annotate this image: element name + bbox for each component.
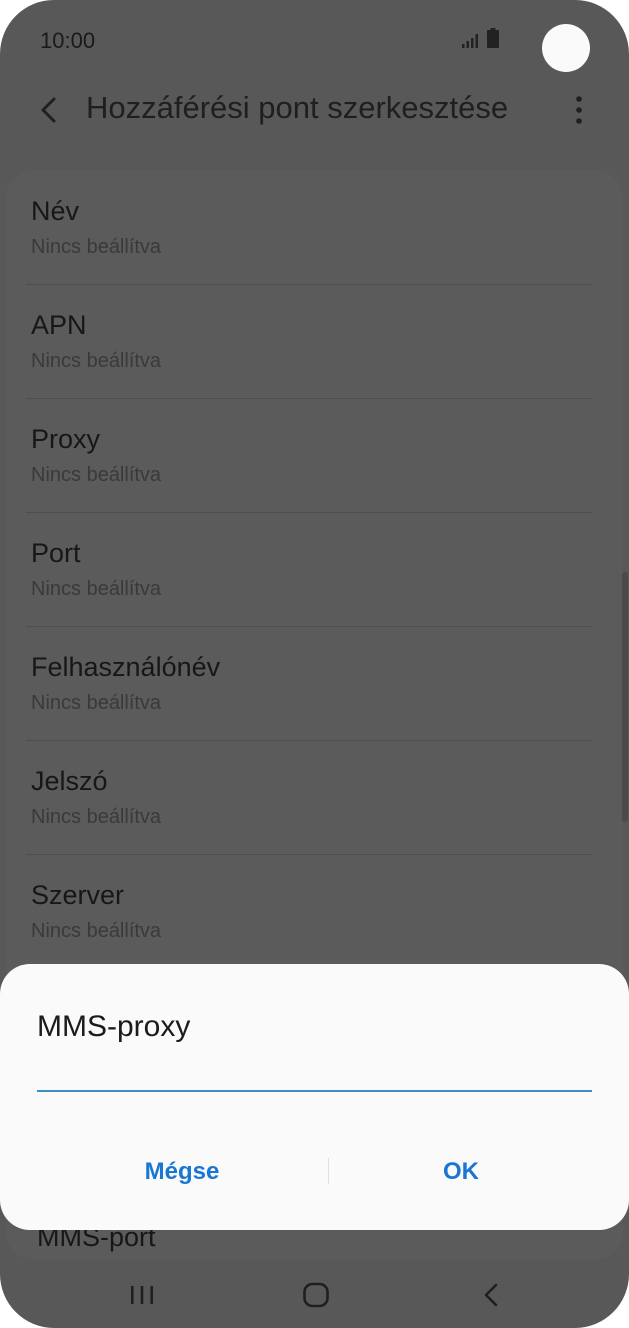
item-title: Szerver [31, 880, 125, 910]
item-title: Név [31, 196, 80, 226]
list-item-port[interactable]: Port Nincs beállítva [26, 512, 592, 626]
navigation-bar [0, 1262, 629, 1328]
list-item-server[interactable]: Szerver Nincs beállítva [26, 854, 592, 968]
item-subtitle: Nincs beállítva [31, 236, 162, 258]
item-subtitle: Nincs beállítva [31, 806, 162, 828]
recent-apps-icon[interactable] [122, 1278, 162, 1312]
item-subtitle: Nincs beállítva [31, 464, 162, 486]
item-title: Port [31, 538, 81, 568]
button-divider [328, 1158, 329, 1184]
item-subtitle: Nincs beállítva [31, 920, 162, 942]
page-title: Hozzáférési pont szerkesztése [86, 90, 509, 125]
app-bar: Hozzáférési pont szerkesztése [0, 80, 629, 140]
scrollbar[interactable] [622, 572, 628, 822]
status-time: 10:00 [40, 28, 96, 53]
battery-icon [487, 28, 499, 48]
list-item-username[interactable]: Felhasználónév Nincs beállítva [26, 626, 592, 740]
list-item-apn[interactable]: APN Nincs beállítva [26, 284, 592, 398]
signal-icon [462, 34, 478, 48]
list-item-nev[interactable]: Név Nincs beállítva [26, 170, 592, 284]
list-item-proxy[interactable]: Proxy Nincs beállítva [26, 398, 592, 512]
status-bar: 10:00 [0, 0, 629, 80]
item-title: Felhasználónév [31, 652, 221, 682]
item-subtitle: Nincs beállítva [31, 350, 162, 372]
home-icon[interactable] [296, 1278, 336, 1312]
dialog-title: MMS-proxy [37, 1010, 191, 1043]
nav-back-icon[interactable] [472, 1278, 512, 1312]
item-subtitle: Nincs beállítva [31, 578, 162, 600]
back-arrow-icon[interactable] [36, 94, 64, 126]
cancel-button[interactable]: Mégse [62, 1150, 302, 1194]
item-title: Jelszó [31, 766, 108, 796]
mms-proxy-dialog: MMS-proxy Mégse OK [0, 964, 629, 1230]
mms-proxy-input[interactable] [37, 1056, 592, 1092]
item-title: Proxy [31, 424, 101, 454]
more-vert-icon[interactable] [570, 94, 588, 126]
device-frame: 10:00 Hozzáférési pont szerkesztése Név … [0, 0, 629, 1328]
item-subtitle: Nincs beállítva [31, 692, 162, 714]
camera-cutout [542, 24, 590, 72]
item-title: APN [31, 310, 87, 340]
list-item-password[interactable]: Jelszó Nincs beállítva [26, 740, 592, 854]
ok-button[interactable]: OK [341, 1150, 581, 1194]
